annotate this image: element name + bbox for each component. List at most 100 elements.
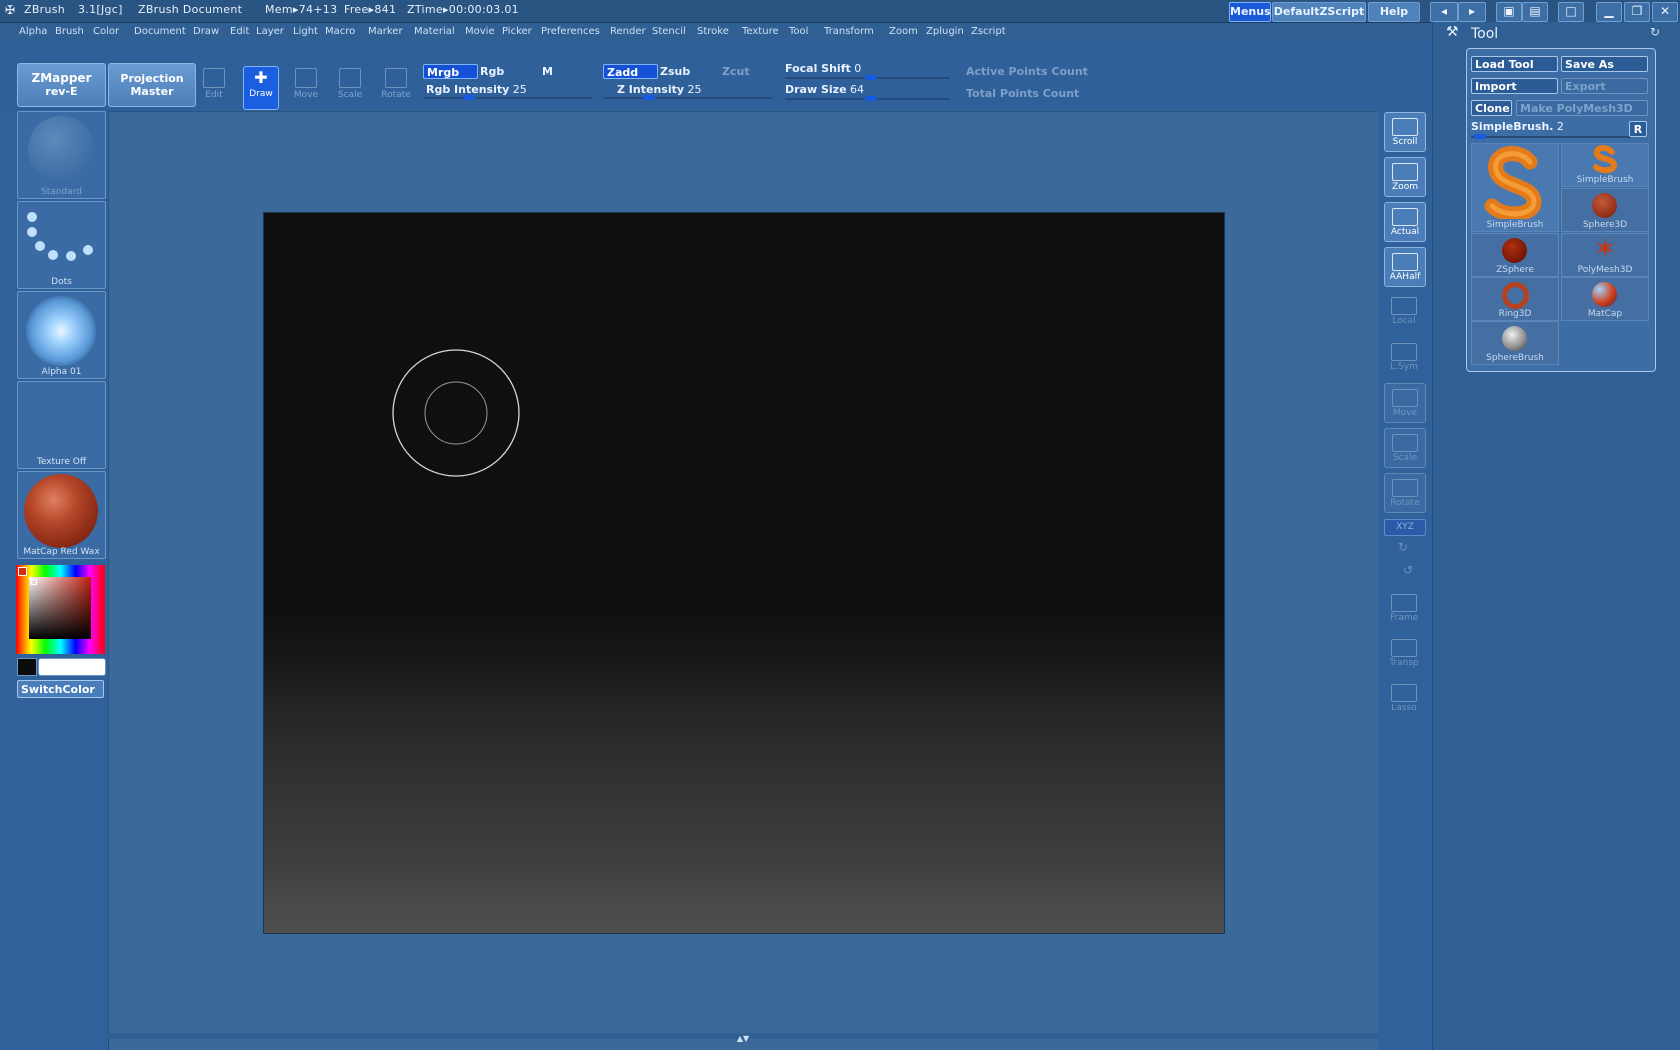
- minimize-icon[interactable]: ▁: [1596, 2, 1622, 22]
- local-button[interactable]: Local: [1384, 292, 1424, 330]
- menu-transform[interactable]: Transform: [824, 26, 874, 37]
- z-intensity-knob[interactable]: [643, 95, 655, 100]
- close-icon[interactable]: ✕: [1652, 2, 1678, 22]
- menu-draw[interactable]: Draw: [193, 26, 219, 37]
- menu-light[interactable]: Light: [293, 26, 318, 37]
- tool-sphere3d[interactable]: Sphere3D: [1561, 188, 1649, 232]
- z-intensity-slider[interactable]: Z Intensity 25: [603, 83, 773, 100]
- tool-simplebrush[interactable]: SimpleBrush: [1561, 143, 1649, 187]
- focal-shift-knob[interactable]: [865, 75, 877, 80]
- menu-stencil[interactable]: Stencil: [652, 26, 686, 37]
- draw-tool-button[interactable]: ✚ Draw: [243, 66, 279, 110]
- menu-picker[interactable]: Picker: [502, 26, 532, 37]
- switch-color-button[interactable]: SwitchColor: [17, 680, 104, 698]
- menu-material[interactable]: Material: [414, 26, 455, 37]
- tray-toggle-icon[interactable]: ▲▼: [680, 1035, 806, 1043]
- secondary-color-swatch[interactable]: [17, 658, 37, 676]
- load-tool-button[interactable]: Load Tool: [1471, 56, 1558, 72]
- menus-button[interactable]: Menus: [1229, 2, 1271, 22]
- help-button[interactable]: Help: [1368, 2, 1420, 22]
- menu-document[interactable]: Document: [134, 26, 186, 37]
- move-view-button[interactable]: Move: [1384, 383, 1426, 423]
- menu-render[interactable]: Render: [610, 26, 646, 37]
- m-button[interactable]: M: [542, 65, 553, 78]
- zmapper-button[interactable]: ZMapper rev-E: [17, 63, 106, 107]
- canvas[interactable]: [263, 212, 1225, 934]
- color-sv-marker[interactable]: [31, 579, 37, 585]
- export-button[interactable]: Export: [1561, 78, 1648, 94]
- z-rotate-icon[interactable]: ↺: [1403, 563, 1413, 577]
- menu-zscript[interactable]: Zscript: [971, 26, 1006, 37]
- menu-marker[interactable]: Marker: [368, 26, 403, 37]
- panel-refresh-icon[interactable]: ↻: [1650, 25, 1660, 39]
- lsym-button[interactable]: L.Sym: [1384, 338, 1424, 376]
- xyz-toggle[interactable]: XYZ: [1384, 519, 1426, 536]
- current-tool-knob[interactable]: [1474, 134, 1486, 139]
- save-as-button[interactable]: Save As: [1561, 56, 1648, 72]
- focal-shift-slider[interactable]: Focal Shift 0: [785, 62, 950, 80]
- projection-master-button[interactable]: Projection Master: [108, 63, 196, 107]
- tray-right-icon[interactable]: ▸: [1458, 2, 1486, 22]
- default-zscript-button[interactable]: DefaultZScript: [1272, 2, 1366, 22]
- menu-color[interactable]: Color: [93, 26, 119, 37]
- edit-tool-button[interactable]: Edit: [197, 66, 231, 108]
- restore-icon[interactable]: ❐: [1624, 2, 1650, 22]
- texture-thumbnail[interactable]: Texture Off: [17, 381, 106, 469]
- scale-tool-button[interactable]: Scale: [333, 66, 367, 108]
- r-button[interactable]: R: [1629, 121, 1647, 137]
- zcut-button[interactable]: Zcut: [722, 65, 750, 78]
- menu-edit[interactable]: Edit: [230, 26, 249, 37]
- draw-size-slider[interactable]: Draw Size 64: [785, 83, 950, 101]
- alpha-thumbnail[interactable]: Alpha 01: [17, 291, 106, 379]
- rotate-view-button[interactable]: Rotate: [1384, 473, 1426, 513]
- menu-layer[interactable]: Layer: [256, 26, 284, 37]
- main-color-swatch[interactable]: [38, 658, 106, 676]
- scale-view-button[interactable]: Scale: [1384, 428, 1426, 468]
- tool-zsphere[interactable]: ZSphere: [1471, 233, 1559, 277]
- move-tool-button[interactable]: Move: [289, 66, 323, 108]
- lock-icon[interactable]: □: [1558, 2, 1584, 22]
- current-tool-slider[interactable]: SimpleBrush. 2: [1471, 120, 1631, 139]
- menu-tool[interactable]: Tool: [789, 26, 808, 37]
- lasso-button[interactable]: Lasso: [1384, 679, 1424, 717]
- scroll-button[interactable]: Scroll: [1384, 112, 1426, 152]
- tool-ring3d[interactable]: Ring3D: [1471, 277, 1559, 321]
- tool-polymesh3d[interactable]: ✶ PolyMesh3D: [1561, 233, 1649, 277]
- tool-spherebrush[interactable]: SphereBrush: [1471, 321, 1559, 365]
- color-hue-marker[interactable]: [18, 567, 27, 576]
- rgb-intensity-slider[interactable]: Rgb Intensity 25: [423, 83, 593, 100]
- transp-button[interactable]: Transp: [1384, 634, 1424, 672]
- menu-zoom[interactable]: Zoom: [889, 26, 918, 37]
- menu-stroke[interactable]: Stroke: [697, 26, 729, 37]
- brush-thumbnail[interactable]: Standard: [17, 111, 106, 199]
- tool-pin-icon[interactable]: ⚒: [1446, 24, 1459, 40]
- zsub-button[interactable]: Zsub: [660, 65, 690, 78]
- menu-texture[interactable]: Texture: [742, 26, 779, 37]
- make-polymesh3d-button[interactable]: Make PolyMesh3D: [1516, 100, 1648, 116]
- draw-size-knob[interactable]: [865, 96, 877, 101]
- aahalf-button[interactable]: AAHalf: [1384, 247, 1426, 287]
- rotate-tool-button[interactable]: Rotate: [379, 66, 413, 108]
- rgb-button[interactable]: Rgb: [480, 65, 504, 78]
- stroke-thumbnail[interactable]: Dots: [17, 201, 106, 289]
- layout-alt-icon[interactable]: ▤: [1522, 2, 1548, 22]
- menu-movie[interactable]: Movie: [465, 26, 495, 37]
- menu-preferences[interactable]: Preferences: [541, 26, 600, 37]
- tray-left-icon[interactable]: ◂: [1430, 2, 1458, 22]
- y-rotate-icon[interactable]: ↻: [1398, 540, 1408, 554]
- clone-button[interactable]: Clone: [1471, 100, 1512, 116]
- frame-button[interactable]: Frame: [1384, 589, 1424, 627]
- menu-alpha[interactable]: Alpha: [19, 26, 47, 37]
- color-saturation-square[interactable]: [29, 577, 91, 639]
- menu-macro[interactable]: Macro: [325, 26, 355, 37]
- rgb-intensity-knob[interactable]: [463, 95, 475, 100]
- current-tool-thumbnail[interactable]: SimpleBrush: [1471, 143, 1559, 232]
- color-picker[interactable]: [16, 565, 105, 654]
- import-button[interactable]: Import: [1471, 78, 1558, 94]
- layout-icon[interactable]: ▣: [1496, 2, 1522, 22]
- tool-matcap[interactable]: MatCap: [1561, 277, 1649, 321]
- actual-button[interactable]: Actual: [1384, 202, 1426, 242]
- zadd-button[interactable]: Zadd: [603, 64, 658, 79]
- mrgb-button[interactable]: Mrgb: [423, 64, 478, 79]
- zoom-button[interactable]: Zoom: [1384, 157, 1426, 197]
